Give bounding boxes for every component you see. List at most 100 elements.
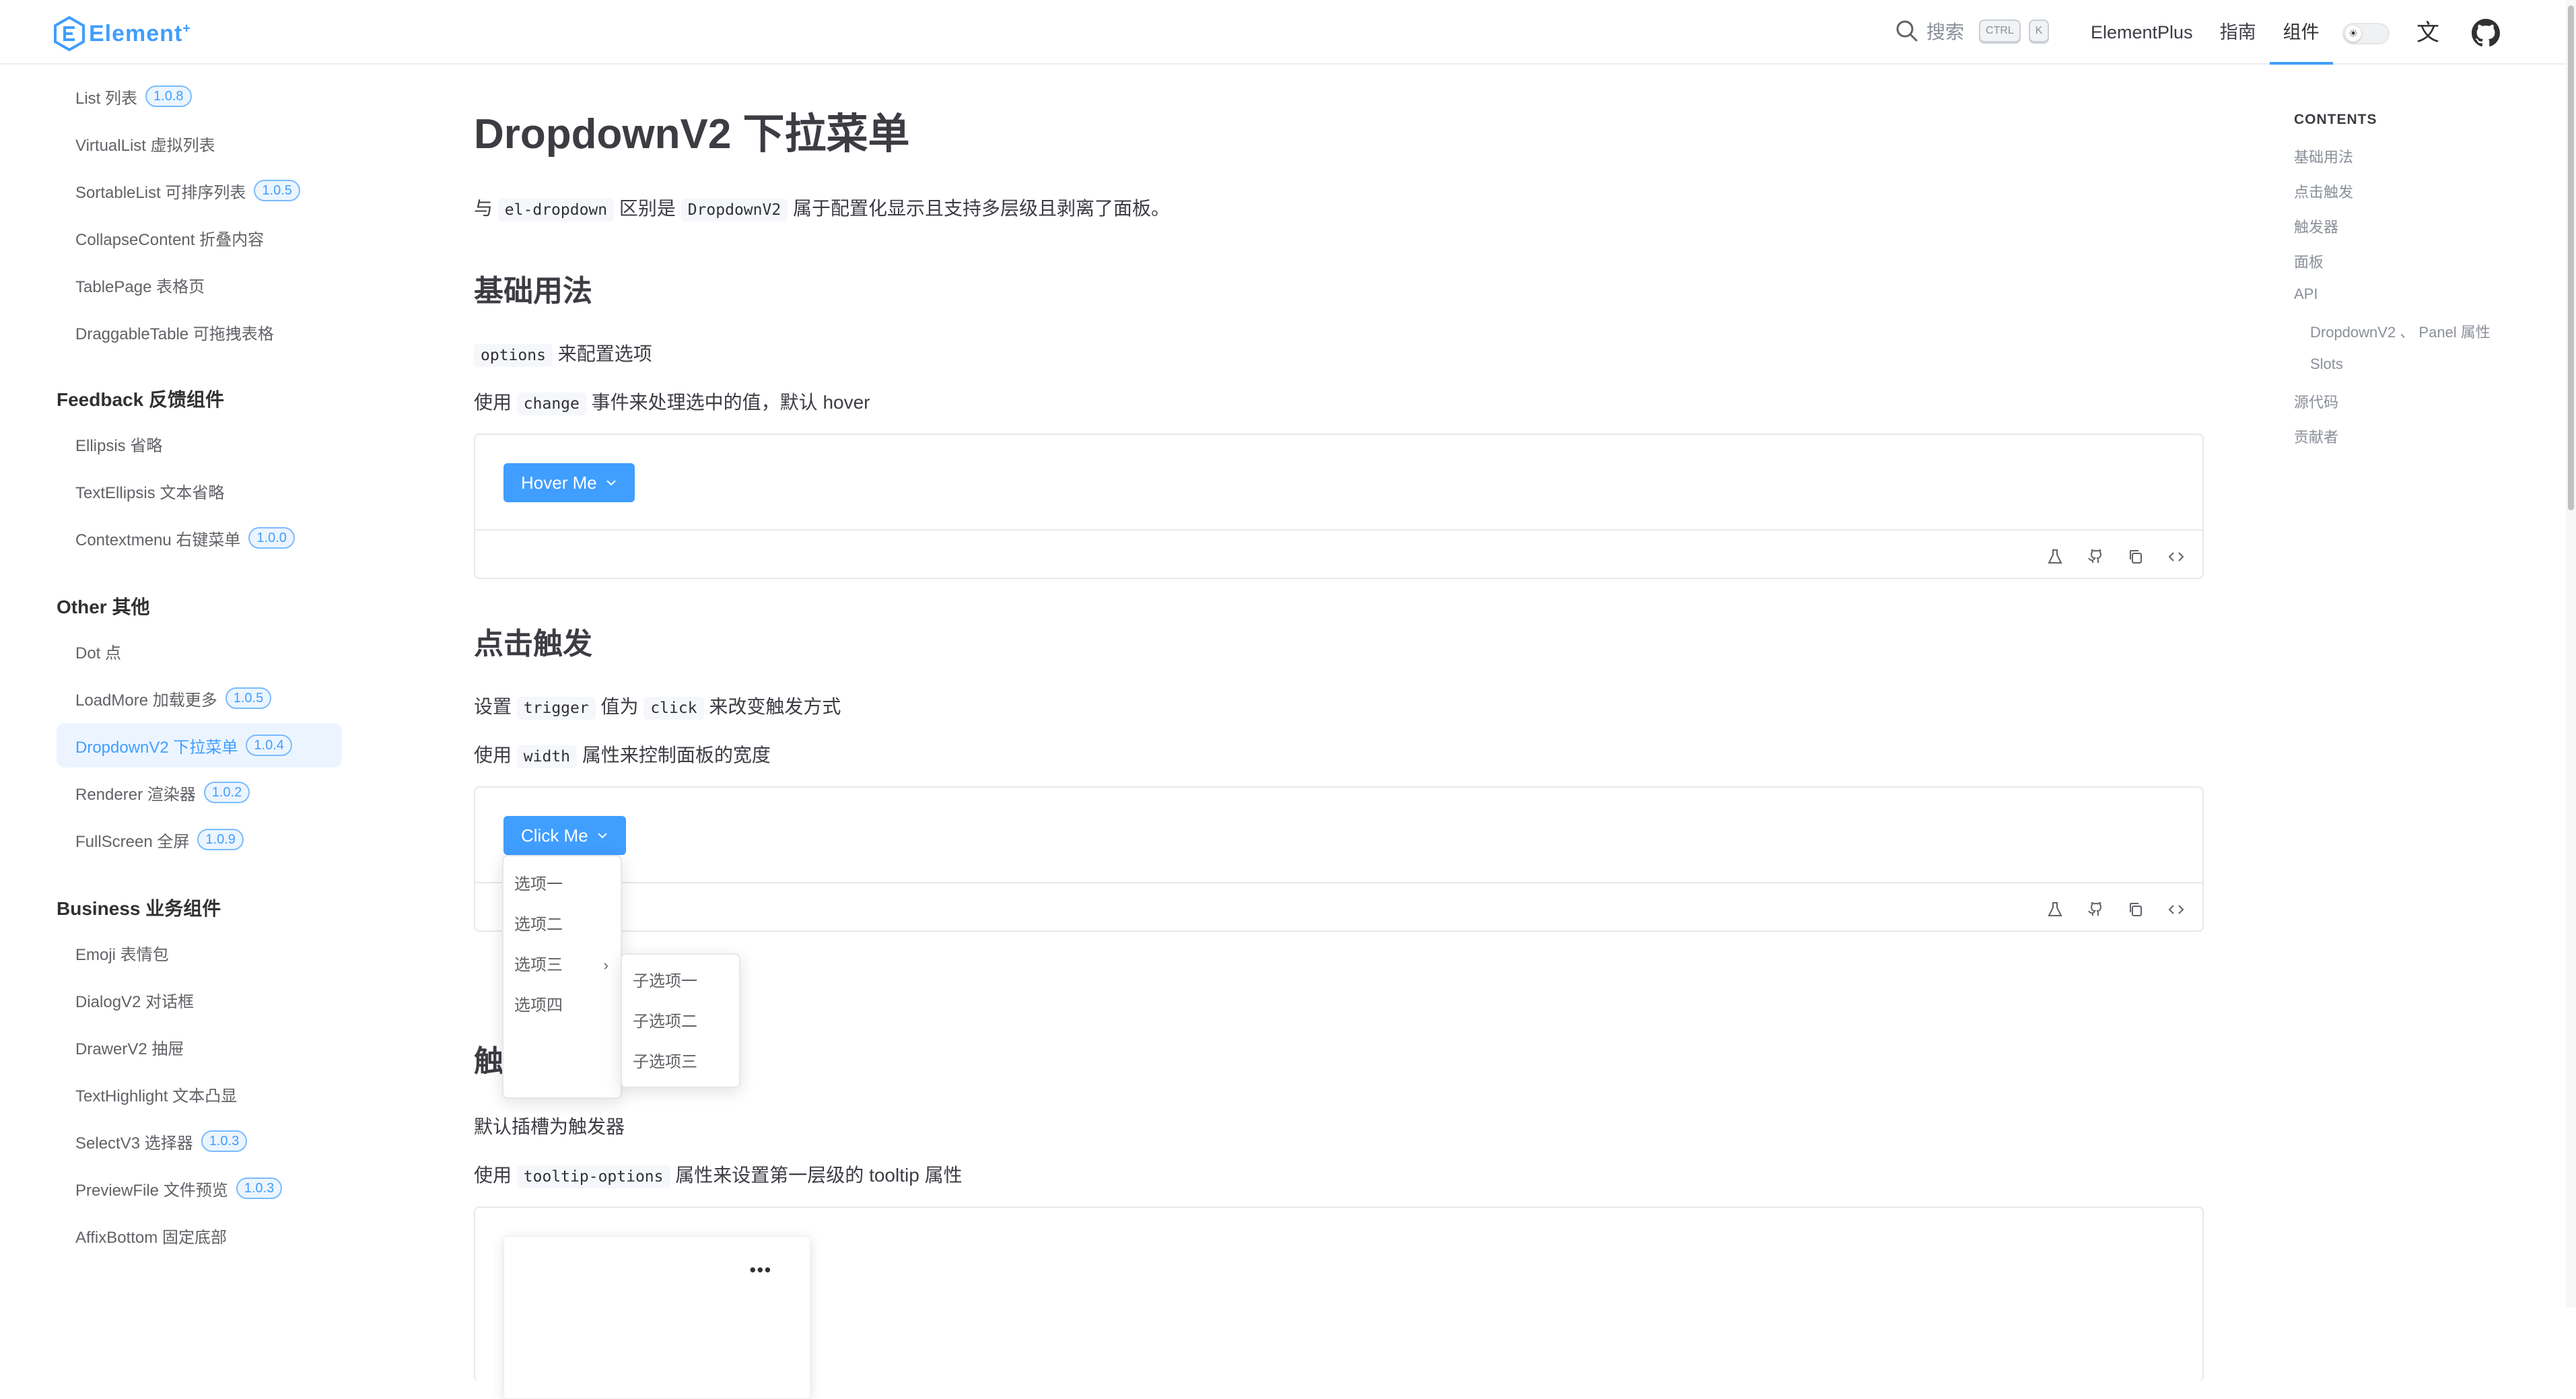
- toc-item-panel[interactable]: 面板: [2294, 250, 2324, 272]
- toc-item-props[interactable]: DropdownV2 、 Panel 属性: [2310, 320, 2491, 342]
- sidebar-item-virtuallist[interactable]: VirtualList 虚拟列表: [57, 121, 342, 166]
- dropdown-subitem-2[interactable]: 子选项二: [622, 1002, 739, 1042]
- code-icon[interactable]: [2167, 901, 2185, 918]
- inline-code: width: [516, 745, 578, 768]
- version-badge: 1.0.8: [145, 86, 192, 107]
- kbd-k: K: [2028, 20, 2050, 42]
- logo-text: Element+: [89, 20, 191, 46]
- sidebar-item-emoji[interactable]: Emoji 表情包: [57, 930, 342, 975]
- sidebar-item-dot[interactable]: Dot 点: [57, 629, 342, 673]
- demo-stage: Hover Me: [475, 435, 2202, 531]
- table-of-contents: CONTENTS 基础用法 点击触发 触发器 面板 API DropdownV2…: [2294, 112, 2491, 446]
- sidebar-item-contextmenu[interactable]: Contextmenu 右键菜单 1.0.0: [57, 516, 342, 560]
- toc-item-trigger[interactable]: 触发器: [2294, 215, 2338, 237]
- flask-icon[interactable]: [2046, 901, 2064, 918]
- paragraph: 使用 width 属性来控制面板的宽度: [474, 741, 771, 768]
- nav-link-guide[interactable]: 指南: [2220, 0, 2256, 65]
- paragraph: options 来配置选项: [474, 339, 652, 367]
- toc-item-basic[interactable]: 基础用法: [2294, 145, 2353, 167]
- version-badge: 1.0.0: [248, 527, 295, 549]
- page-scrollbar[interactable]: [2566, 0, 2576, 1307]
- copy-icon[interactable]: [2127, 548, 2145, 566]
- sidebar-item-selectv3[interactable]: SelectV3 选择器 1.0.3: [57, 1119, 342, 1163]
- version-badge: 1.0.4: [246, 735, 292, 756]
- click-me-button[interactable]: Click Me: [503, 816, 626, 855]
- toc-item-slots[interactable]: Slots: [2310, 355, 2343, 373]
- site-logo[interactable]: Element+: [54, 15, 191, 53]
- code-icon[interactable]: [2167, 548, 2185, 566]
- dropdown-item-3[interactable]: 选项三 ›: [503, 945, 621, 986]
- search-icon: [1896, 20, 1918, 42]
- version-badge: 1.0.9: [197, 829, 244, 850]
- translate-icon[interactable]: 文: [2414, 19, 2442, 47]
- sidebar-item-sortablelist[interactable]: SortableList 可排序列表 1.0.5: [57, 168, 342, 213]
- dropdown-menu: 选项一 选项二 选项三 › 选项四: [502, 855, 622, 1099]
- sidebar-item-textellipsis[interactable]: TextEllipsis 文本省略: [57, 469, 342, 513]
- github-icon[interactable]: [2087, 548, 2104, 566]
- inline-code: change: [516, 393, 586, 415]
- demo-block-trigger: •••: [474, 1206, 2204, 1399]
- inline-code: el-dropdown: [497, 199, 615, 221]
- sidebar-item-dropdownv2[interactable]: DropdownV2 下拉菜单 1.0.4: [57, 723, 342, 767]
- toc-item-source[interactable]: 源代码: [2294, 390, 2338, 412]
- dropdown-item-4[interactable]: 选项四: [503, 986, 621, 1026]
- sidebar-item-dialogv2[interactable]: DialogV2 对话框: [57, 978, 342, 1022]
- heading-basic-usage: 基础用法: [474, 275, 592, 308]
- version-badge: 1.0.3: [236, 1178, 283, 1199]
- github-icon[interactable]: [2472, 19, 2500, 47]
- sidebar-item-collapsecontent[interactable]: CollapseContent 折叠内容: [57, 215, 342, 260]
- version-badge: 1.0.2: [203, 782, 250, 803]
- sidebar-item-list[interactable]: List 列表 1.0.8: [57, 74, 342, 118]
- dropdown-item-1[interactable]: 选项一: [503, 864, 621, 905]
- more-icon[interactable]: •••: [750, 1260, 772, 1281]
- inline-code: options: [474, 344, 553, 367]
- version-badge: 1.0.3: [201, 1130, 248, 1152]
- sidebar-item-texthighlight[interactable]: TextHighlight 文本凸显: [57, 1072, 342, 1116]
- sidebar-item-tablepage[interactable]: TablePage 表格页: [57, 263, 342, 307]
- dropdown-subitem-3[interactable]: 子选项三: [622, 1042, 739, 1083]
- chevron-right-icon: ›: [603, 957, 608, 974]
- theme-toggle[interactable]: ☀: [2342, 23, 2390, 44]
- sidebar-item-drawerv2[interactable]: DrawerV2 抽屉: [57, 1025, 342, 1069]
- toc-item-contributors[interactable]: 贡献者: [2294, 425, 2338, 447]
- sidebar-item-renderer[interactable]: Renderer 渲染器 1.0.2: [57, 770, 342, 815]
- scrollbar-thumb[interactable]: [2568, 5, 2574, 510]
- toc-item-api[interactable]: API: [2294, 285, 2318, 303]
- chevron-down-icon: [606, 480, 616, 486]
- sidebar-item-fullscreen[interactable]: FullScreen 全屏 1.0.9: [57, 817, 342, 862]
- demo-toolbar: [2046, 901, 2185, 918]
- chevron-down-icon: [597, 833, 607, 839]
- hover-me-button[interactable]: Hover Me: [503, 463, 635, 502]
- flask-icon[interactable]: [2046, 548, 2064, 566]
- sidebar-item-draggabletable[interactable]: DraggableTable 可拖拽表格: [57, 310, 342, 354]
- sun-icon: ☀: [2345, 26, 2361, 42]
- copy-icon[interactable]: [2127, 901, 2145, 918]
- element-logo-icon: [54, 16, 85, 51]
- nav-link-elementplus[interactable]: ElementPlus: [2091, 0, 2193, 65]
- inline-code: DropdownV2: [681, 199, 788, 221]
- intro-text: 与 el-dropdown 区别是 DropdownV2 属于配置化显示且支持多…: [474, 194, 1170, 221]
- sidebar: List 列表 1.0.8 VirtualList 虚拟列表 SortableLi…: [0, 65, 363, 1307]
- nav-links: ElementPlus 指南 组件: [2091, 0, 2346, 65]
- top-navbar: Element+ 搜索 CTRL K ElementPlus 指南 组件 ☀ 文: [0, 0, 2576, 65]
- dropdown-item-2[interactable]: 选项二: [503, 905, 621, 945]
- demo-toolbar: [2046, 548, 2185, 566]
- inline-code: tooltip-options: [516, 1165, 670, 1188]
- github-icon[interactable]: [2087, 901, 2104, 918]
- sidebar-item-affixbottom[interactable]: AffixBottom 固定底部: [57, 1213, 342, 1258]
- paragraph: 使用 change 事件来处理选中的值，默认 hover: [474, 388, 870, 415]
- paragraph: 默认插槽为触发器: [474, 1116, 625, 1137]
- nav-link-components[interactable]: 组件: [2269, 0, 2333, 65]
- search-button[interactable]: 搜索 CTRL K: [1895, 18, 2050, 44]
- search-label: 搜索: [1926, 22, 1965, 42]
- sidebar-item-loadmore[interactable]: LoadMore 加载更多 1.0.5: [57, 676, 342, 720]
- inline-code: click: [643, 697, 704, 720]
- sidebar-item-previewfile[interactable]: PreviewFile 文件预览 1.0.3: [57, 1166, 342, 1210]
- sidebar-group-feedback: Feedback 反馈组件: [57, 389, 224, 410]
- toc-item-click[interactable]: 点击触发: [2294, 180, 2353, 202]
- kbd-ctrl: CTRL: [1979, 20, 2021, 42]
- sidebar-item-ellipsis[interactable]: Ellipsis 省略: [57, 421, 342, 466]
- dropdown-subitem-1[interactable]: 子选项一: [622, 961, 739, 1002]
- sidebar-group-business: Business 业务组件: [57, 898, 221, 919]
- heading-click-trigger: 点击触发: [474, 627, 592, 660]
